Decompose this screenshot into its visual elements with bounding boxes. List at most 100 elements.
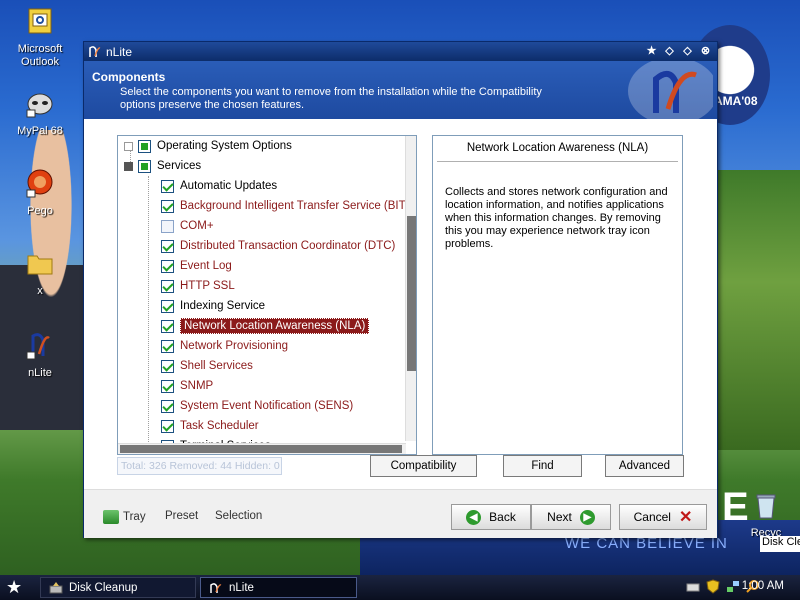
desktop-wallpaper-foliage xyxy=(715,170,800,450)
tree-item-nla[interactable]: Network Location Awareness (NLA) xyxy=(161,316,370,336)
tree-item-dtc[interactable]: Distributed Transaction Coordinator (DTC… xyxy=(161,236,395,256)
tree-item-com-plus[interactable]: COM+ xyxy=(161,216,214,236)
nlite-icon xyxy=(26,333,50,360)
taskbar-item-nlite[interactable]: nLite xyxy=(200,577,357,598)
cancel-label: Cancel xyxy=(633,510,671,524)
wallpaper-logo-text: AMA'08 xyxy=(714,94,758,108)
back-button[interactable]: ◀ Back xyxy=(451,504,531,530)
taskbar-item-label: nLite xyxy=(229,582,254,594)
page-header: Components Select the components you wan… xyxy=(84,61,717,119)
tree-horizontal-scrollbar[interactable] xyxy=(118,443,406,454)
checkbox[interactable] xyxy=(161,279,174,293)
tree-item-sens[interactable]: System Event Notification (SENS) xyxy=(161,396,353,416)
tree-item-indexing-service[interactable]: Indexing Service xyxy=(161,296,265,316)
disk-cleanup-popup[interactable]: Disk Cle xyxy=(760,536,800,552)
next-label: Next xyxy=(547,510,572,524)
checkbox[interactable] xyxy=(161,239,174,253)
nlite-logo-icon xyxy=(628,61,713,119)
start-button[interactable]: ★ xyxy=(6,577,22,598)
nlite-title-icon xyxy=(89,46,101,57)
tree-item-task-scheduler[interactable]: Task Scheduler xyxy=(161,416,259,436)
scrollbar-thumb[interactable] xyxy=(407,216,416,371)
components-tree[interactable]: Operating System Options Services Automa… xyxy=(117,135,417,455)
scrollbar-thumb[interactable] xyxy=(120,445,402,453)
back-label: Back xyxy=(489,510,516,524)
checkbox[interactable] xyxy=(138,159,151,173)
tree-item-label: Automatic Updates xyxy=(180,180,278,192)
checkbox[interactable] xyxy=(161,419,174,433)
desktop-icon-pego[interactable]: Pego xyxy=(8,168,72,218)
checkbox[interactable] xyxy=(161,319,174,333)
desktop-icon-label: Pego xyxy=(27,205,53,217)
preset-button[interactable]: Preset xyxy=(165,510,198,522)
window-titlebar[interactable]: nLite ★ ◇ ◇ ⊗ xyxy=(84,42,717,61)
pin-star-button[interactable]: ★ xyxy=(644,44,659,58)
taskbar-item-label: Disk Cleanup xyxy=(69,582,138,594)
taskbar: ★ Disk Cleanup nLite 1:00 AM xyxy=(0,575,800,600)
minimize-button[interactable]: ◇ xyxy=(662,44,677,58)
checkbox[interactable] xyxy=(161,299,174,313)
desktop-icon-nlite[interactable]: nLite xyxy=(8,330,72,380)
checkbox[interactable] xyxy=(161,179,174,193)
checkbox[interactable] xyxy=(161,399,174,413)
tree-item-label: Network Provisioning xyxy=(180,340,289,352)
tree-item-snmp[interactable]: SNMP xyxy=(161,376,213,396)
tree-item-shell-services[interactable]: Shell Services xyxy=(161,356,253,376)
desktop-icon-mypal[interactable]: MyPal 68 xyxy=(8,88,72,138)
checkbox[interactable] xyxy=(161,359,174,373)
network-icon[interactable] xyxy=(726,579,740,594)
tree-item-operating-system-options[interactable]: Operating System Options xyxy=(124,136,292,156)
compatibility-button[interactable]: Compatibility xyxy=(370,455,477,477)
arrow-left-icon: ◀ xyxy=(466,509,482,525)
arrow-right-icon: ▶ xyxy=(579,509,595,525)
checkbox[interactable] xyxy=(161,219,174,233)
tree-item-label: COM+ xyxy=(180,220,214,232)
cancel-button[interactable]: Cancel ✕ xyxy=(619,504,707,530)
maximize-button[interactable]: ◇ xyxy=(680,44,695,58)
tree-item-label: Background Intelligent Transfer Service … xyxy=(180,200,417,212)
close-button[interactable]: ⊗ xyxy=(698,44,713,58)
expand-icon[interactable] xyxy=(124,141,133,151)
page-description: Select the components you want to remove… xyxy=(120,86,542,111)
find-button[interactable]: Find xyxy=(503,455,582,477)
desktop-icon-folder-x[interactable]: x xyxy=(8,248,72,298)
recycle-bin-icon xyxy=(756,494,776,519)
tree-item-label: Event Log xyxy=(180,260,232,272)
clock[interactable]: 1:00 AM xyxy=(742,580,784,592)
cancel-x-icon: ✕ xyxy=(678,509,693,526)
tree-item-automatic-updates[interactable]: Automatic Updates xyxy=(161,176,277,196)
tree-item-http-ssl[interactable]: HTTP SSL xyxy=(161,276,235,296)
tree-item-label: HTTP SSL xyxy=(180,280,235,292)
info-title: Network Location Awareness (NLA) xyxy=(437,136,678,162)
tree-item-label-selected: Network Location Awareness (NLA) xyxy=(180,318,370,334)
checkbox[interactable] xyxy=(161,199,174,213)
tray-button[interactable]: Tray xyxy=(103,510,146,524)
component-info-panel: Network Location Awareness (NLA) Collect… xyxy=(432,135,683,455)
desktop-icon-outlook[interactable]: Microsoft Outlook xyxy=(8,6,72,69)
collapse-icon[interactable] xyxy=(124,161,133,171)
page-title: Components xyxy=(92,70,166,84)
folder-icon xyxy=(27,255,53,275)
next-button[interactable]: Next ▶ xyxy=(531,504,611,530)
tree-item-bits[interactable]: Background Intelligent Transfer Service … xyxy=(161,196,417,216)
raccoon-icon xyxy=(26,93,53,118)
checkbox[interactable] xyxy=(161,339,174,353)
selection-button[interactable]: Selection xyxy=(215,510,262,522)
taskbar-item-disk-cleanup[interactable]: Disk Cleanup xyxy=(40,577,196,598)
tree-item-event-log[interactable]: Event Log xyxy=(161,256,232,276)
tree-item-network-provisioning[interactable]: Network Provisioning xyxy=(161,336,288,356)
tree-vertical-scrollbar[interactable] xyxy=(405,136,416,441)
tree-item-services[interactable]: Services xyxy=(124,156,201,176)
desktop-icon-recycle-bin[interactable]: Recyc xyxy=(736,490,796,540)
checkbox[interactable] xyxy=(161,259,174,273)
advanced-button[interactable]: Advanced xyxy=(605,455,684,477)
tree-item-label: Distributed Transaction Coordinator (DTC… xyxy=(180,240,396,252)
desktop-icon-label: x xyxy=(37,285,43,297)
keyboard-icon[interactable] xyxy=(686,579,700,594)
component-count-status: Total: 326 Removed: 44 Hidden: 0 xyxy=(117,457,282,475)
shield-icon[interactable] xyxy=(706,579,720,594)
checkbox[interactable] xyxy=(138,139,151,153)
tree-item-label: System Event Notification (SENS) xyxy=(180,400,354,412)
checkbox[interactable] xyxy=(161,379,174,393)
nlite-window: nLite ★ ◇ ◇ ⊗ Components Select the comp… xyxy=(83,41,718,538)
